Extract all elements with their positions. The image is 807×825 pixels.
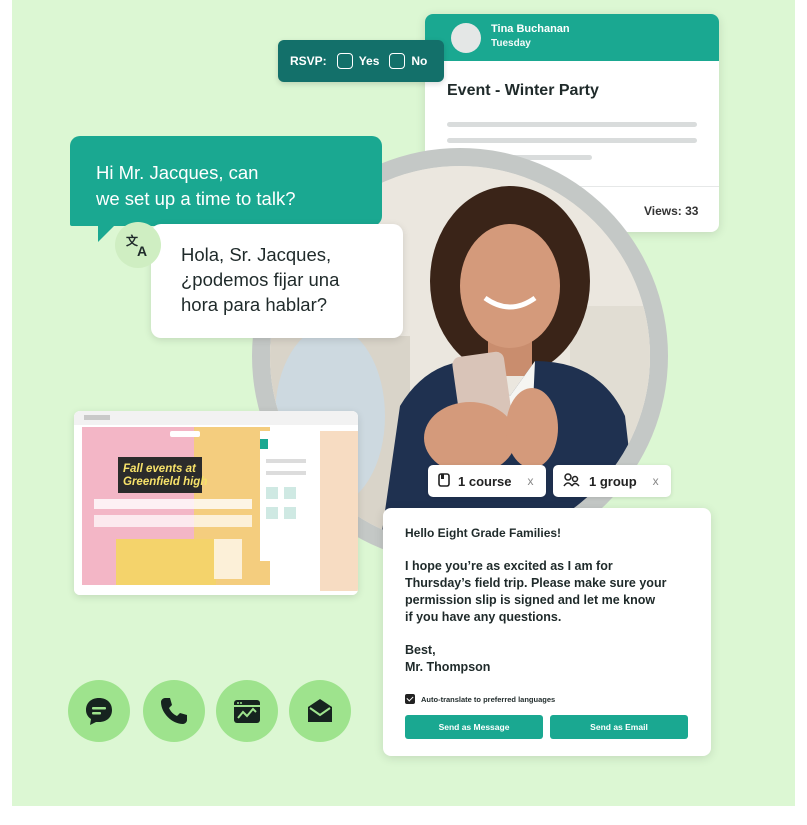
group-icon bbox=[563, 472, 581, 490]
svg-text:A: A bbox=[137, 243, 147, 258]
auto-translate-option[interactable]: Auto-translate to preferred languages bbox=[405, 694, 555, 704]
message-body-line-2: Thursday’s field trip. Please make sure … bbox=[405, 576, 667, 590]
rsvp-yes-label: Yes bbox=[358, 54, 380, 68]
message-body-line-4: if you have any questions. bbox=[405, 610, 562, 624]
rsvp-no-label: No bbox=[411, 54, 428, 68]
rsvp-no-checkbox[interactable] bbox=[389, 53, 406, 69]
english-line-1: Hi Mr. Jacques, can bbox=[96, 162, 259, 183]
spanish-line-1: Hola, Sr. Jacques, bbox=[181, 244, 332, 265]
rsvp-label: RSVP: bbox=[290, 54, 327, 68]
auto-translate-label: Auto-translate to preferred languages bbox=[421, 694, 556, 704]
rsvp-yes-checkbox[interactable] bbox=[336, 53, 353, 69]
phone-icon bbox=[161, 698, 187, 724]
spanish-message-bubble: Hola, Sr. Jacques, ¿podemos fijar una ho… bbox=[151, 224, 403, 338]
english-message-bubble: Hi Mr. Jacques, can we set up a time to … bbox=[70, 136, 382, 226]
message-body-line-1: I hope you’re as excited as I am for bbox=[405, 559, 613, 573]
translate-icon: 文 A bbox=[115, 222, 161, 268]
spanish-line-3: hora para hablar? bbox=[181, 294, 328, 315]
message-composer-card: Hello Eight Grade Families! I hope you’r… bbox=[383, 508, 711, 756]
chat-icon bbox=[86, 698, 112, 725]
message-signature: Best, Mr. Thompson bbox=[405, 642, 689, 676]
website-preview bbox=[74, 411, 358, 595]
send-as-email-button[interactable]: Send as Email bbox=[550, 715, 688, 739]
event-title: Event - Winter Party bbox=[447, 82, 599, 99]
website-headline-line-1: Fall events at bbox=[123, 463, 196, 475]
group-chip-remove[interactable]: x bbox=[653, 474, 659, 488]
auto-translate-checkbox[interactable] bbox=[405, 694, 415, 704]
course-chip[interactable]: 1 course x bbox=[428, 465, 546, 497]
message-body[interactable]: I hope you’re as excited as I am for Thu… bbox=[405, 558, 689, 626]
event-card-header: Tina Buchanan Tuesday bbox=[425, 14, 719, 61]
phone-channel-button[interactable] bbox=[143, 680, 205, 742]
english-bubble-tail bbox=[98, 224, 116, 242]
event-views: Views: 33 bbox=[644, 204, 699, 218]
message-signer: Mr. Thompson bbox=[405, 660, 491, 674]
chat-channel-button[interactable] bbox=[68, 680, 130, 742]
english-line-2: we set up a time to talk? bbox=[96, 188, 296, 209]
send-as-message-button[interactable]: Send as Message bbox=[405, 715, 543, 739]
author-avatar bbox=[451, 23, 481, 53]
message-body-line-3: permission slip is signed and let me kno… bbox=[405, 593, 656, 607]
course-icon bbox=[438, 472, 450, 490]
envelope-icon bbox=[308, 699, 332, 722]
course-chip-remove[interactable]: x bbox=[527, 474, 533, 488]
event-day: Tuesday bbox=[491, 38, 531, 49]
course-chip-label: 1 course bbox=[458, 473, 512, 489]
message-closing: Best, bbox=[405, 643, 436, 657]
school-website-card[interactable]: Fall events at Greenfield high bbox=[74, 411, 358, 595]
spanish-line-2: ¿podemos fijar una bbox=[181, 269, 340, 290]
website-headline: Fall events at Greenfield high bbox=[123, 463, 207, 489]
placeholder-line bbox=[447, 138, 697, 143]
rsvp-bar: RSVP: Yes No bbox=[278, 40, 444, 82]
message-greeting: Hello Eight Grade Families! bbox=[405, 526, 562, 540]
placeholder-line bbox=[447, 122, 697, 127]
group-chip[interactable]: 1 group x bbox=[553, 465, 671, 497]
calendar-chart-icon bbox=[234, 700, 260, 723]
group-chip-label: 1 group bbox=[589, 473, 637, 489]
calendar-channel-button[interactable] bbox=[216, 680, 278, 742]
event-author: Tina Buchanan bbox=[491, 23, 570, 35]
website-headline-line-2: Greenfield high bbox=[123, 476, 208, 488]
email-channel-button[interactable] bbox=[289, 680, 351, 742]
